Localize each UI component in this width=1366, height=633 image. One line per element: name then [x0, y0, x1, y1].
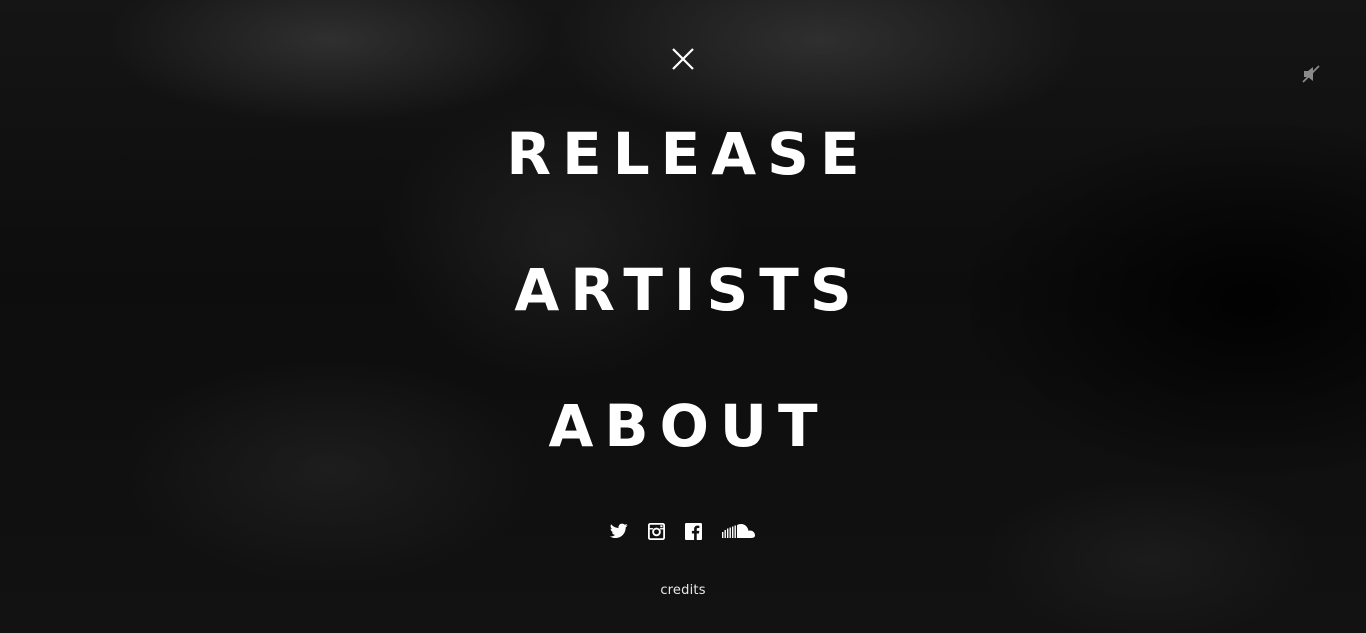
- close-button[interactable]: [670, 46, 696, 72]
- speaker-muted-icon: [1302, 65, 1320, 83]
- close-icon: [672, 48, 694, 70]
- menu-item-release[interactable]: RELEASE: [0, 118, 1366, 190]
- instagram-link[interactable]: [648, 520, 665, 542]
- soundcloud-link[interactable]: [722, 520, 756, 542]
- soundcloud-icon: [722, 524, 755, 538]
- social-links: [0, 520, 1366, 542]
- instagram-icon: [648, 522, 665, 540]
- mute-button[interactable]: [1301, 64, 1321, 84]
- menu-item-about[interactable]: ABOUT: [0, 390, 1366, 462]
- facebook-icon: [685, 522, 702, 540]
- main-menu: RELEASE ARTISTS ABOUT: [0, 118, 1366, 526]
- twitter-icon: [610, 523, 628, 539]
- credits-link[interactable]: credits: [0, 583, 1366, 598]
- twitter-link[interactable]: [610, 520, 628, 542]
- menu-item-artists[interactable]: ARTISTS: [0, 254, 1366, 326]
- menu-overlay: RELEASE ARTISTS ABOUT credits: [0, 0, 1366, 633]
- facebook-link[interactable]: [685, 520, 702, 542]
